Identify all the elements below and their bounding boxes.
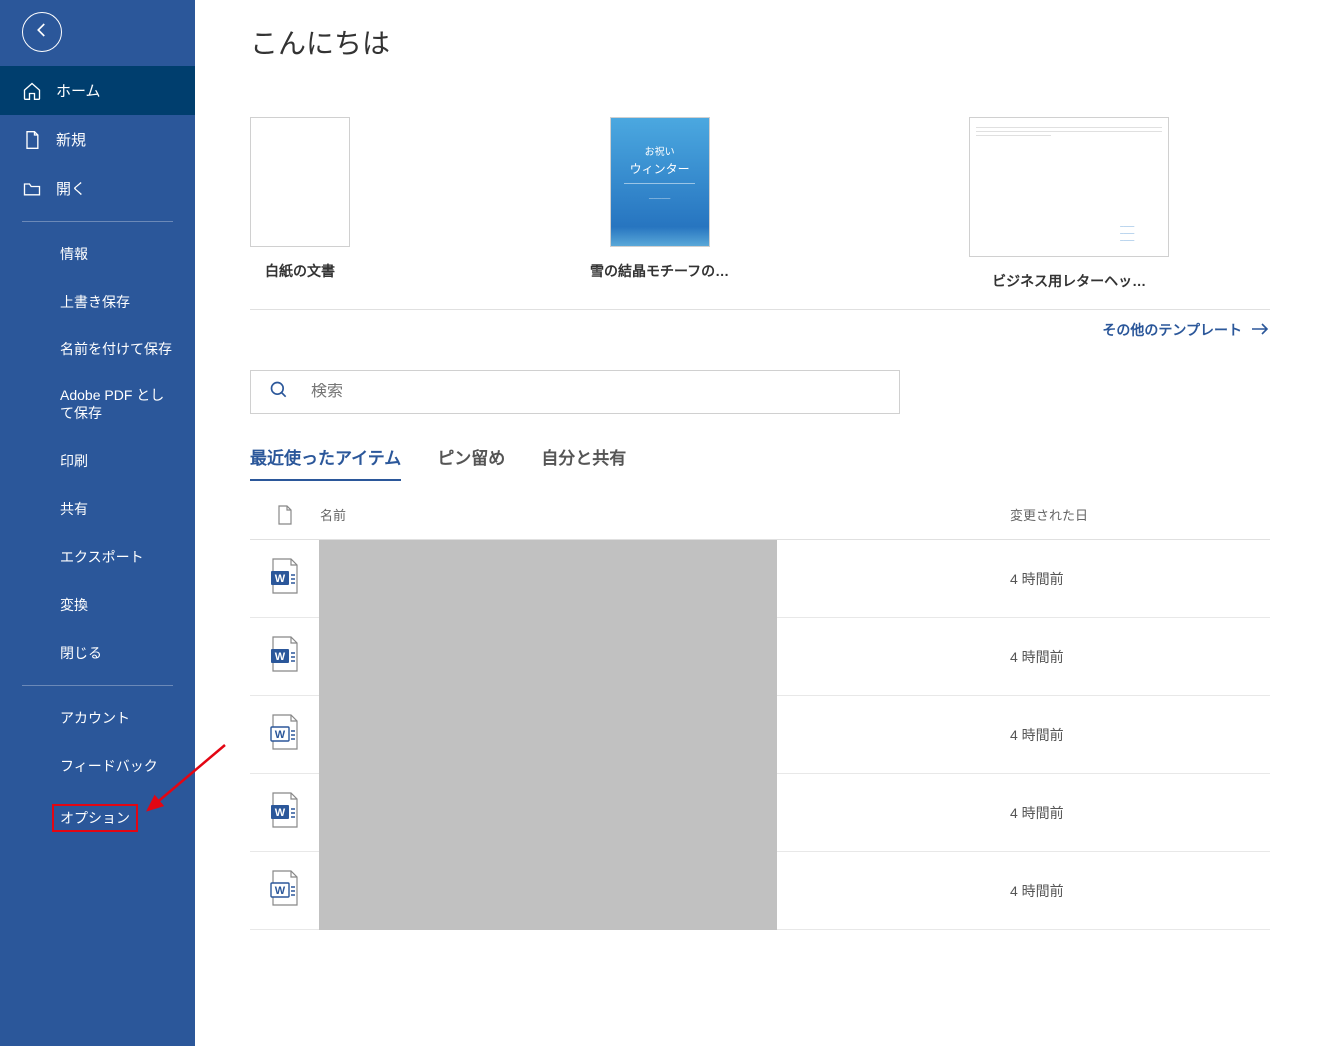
annotation-highlight-box: オプション <box>52 804 138 832</box>
sidebar-item-export[interactable]: エクスポート <box>0 533 195 581</box>
template-label: ビジネス用レターヘッ… <box>992 271 1146 291</box>
sidebar-item-home[interactable]: ホーム <box>0 66 195 115</box>
template-blank[interactable]: 白紙の文書 <box>250 117 350 291</box>
list-item[interactable]: W 4 時間前 <box>250 618 1270 696</box>
sidebar-item-new[interactable]: 新規 <box>0 115 195 164</box>
sidebar-divider <box>22 685 173 686</box>
new-document-icon <box>22 130 42 150</box>
template-thumb-snowflake-icon: お祝い ウィンター ───── <box>610 117 710 247</box>
sidebar-item-share[interactable]: 共有 <box>0 485 195 533</box>
redacted-name <box>319 618 777 696</box>
column-date[interactable]: 変更された日 <box>1010 505 1270 525</box>
template-thumb-blank-icon <box>250 117 350 247</box>
list-item-date: 4 時間前 <box>1010 725 1270 745</box>
svg-text:W: W <box>275 885 286 897</box>
svg-text:W: W <box>275 729 286 741</box>
back-arrow-icon <box>33 21 51 43</box>
template-snowflake[interactable]: お祝い ウィンター ───── 雪の結晶モチーフの… <box>590 117 729 291</box>
divider <box>250 309 1270 310</box>
sidebar-item-label: 開く <box>56 178 86 199</box>
sidebar-item-close[interactable]: 閉じる <box>0 629 195 677</box>
main-content: こんにちは 白紙の文書 お祝い ウィンター ───── 雪の結晶モチーフの… ─… <box>195 0 1325 1046</box>
template-letterhead[interactable]: ──────────── ビジネス用レターヘッ… <box>969 117 1169 291</box>
word-document-legacy-icon: W <box>269 869 301 912</box>
redacted-name <box>319 852 777 930</box>
list-item[interactable]: W 4 時間前 <box>250 696 1270 774</box>
search-box[interactable] <box>250 370 900 414</box>
word-document-legacy-icon: W <box>269 713 301 756</box>
redacted-name <box>319 696 777 774</box>
sidebar-item-label: ホーム <box>56 80 101 101</box>
list-item[interactable]: W 4 時間前 <box>250 774 1270 852</box>
svg-text:W: W <box>275 651 286 663</box>
sidebar: ホーム 新規 開く 情報 上書き保存 名前を付けて保存 Adobe PDF とし… <box>0 0 195 1046</box>
redacted-name <box>319 774 777 852</box>
list-item-date: 4 時間前 <box>1010 803 1270 823</box>
page-title: こんにちは <box>250 22 1270 62</box>
search-input[interactable] <box>311 383 881 401</box>
list-item-date: 4 時間前 <box>1010 881 1270 901</box>
sidebar-item-account[interactable]: アカウント <box>0 694 195 742</box>
tab-shared[interactable]: 自分と共有 <box>541 444 626 481</box>
sidebar-item-transform[interactable]: 変換 <box>0 581 195 629</box>
list-header: 名前 変更された日 <box>250 491 1270 540</box>
sidebar-item-save[interactable]: 上書き保存 <box>0 278 195 326</box>
tab-recent[interactable]: 最近使ったアイテム <box>250 444 401 481</box>
more-templates-link[interactable]: その他のテンプレート <box>250 320 1270 340</box>
sidebar-item-options[interactable]: オプション <box>0 790 195 846</box>
sidebar-item-label: 新規 <box>56 129 86 150</box>
home-icon <box>22 81 42 101</box>
tabs: 最近使ったアイテム ピン留め 自分と共有 <box>250 444 1270 481</box>
list-item-date: 4 時間前 <box>1010 569 1270 589</box>
list-item-date: 4 時間前 <box>1010 647 1270 667</box>
templates-row: 白紙の文書 お祝い ウィンター ───── 雪の結晶モチーフの… ───────… <box>250 117 1270 291</box>
sidebar-item-open[interactable]: 開く <box>0 164 195 213</box>
sidebar-item-save-as[interactable]: 名前を付けて保存 <box>0 326 195 372</box>
sidebar-item-info[interactable]: 情報 <box>0 230 195 278</box>
template-thumb-letterhead-icon: ──────────── <box>969 117 1169 257</box>
svg-text:W: W <box>275 807 286 819</box>
template-label: 白紙の文書 <box>265 261 335 281</box>
sidebar-item-save-adobe-pdf[interactable]: Adobe PDF として保存 <box>0 372 195 436</box>
svg-text:W: W <box>275 573 286 585</box>
word-document-icon: W <box>269 791 301 834</box>
template-label: 雪の結晶モチーフの… <box>590 261 729 281</box>
folder-open-icon <box>22 179 42 199</box>
sidebar-item-feedback[interactable]: フィードバック <box>0 742 195 790</box>
search-icon <box>269 380 311 405</box>
word-document-icon: W <box>269 557 301 600</box>
back-button[interactable] <box>22 12 62 52</box>
arrow-right-icon <box>1250 322 1270 339</box>
sidebar-divider <box>22 221 173 222</box>
tab-pinned[interactable]: ピン留め <box>437 444 505 481</box>
redacted-name <box>319 540 777 618</box>
column-name[interactable]: 名前 <box>320 505 1010 525</box>
document-icon <box>250 505 320 525</box>
list-item[interactable]: W 4 時間前 <box>250 540 1270 618</box>
list-item[interactable]: W 4 時間前 <box>250 852 1270 930</box>
sidebar-item-print[interactable]: 印刷 <box>0 437 195 485</box>
word-document-icon: W <box>269 635 301 678</box>
